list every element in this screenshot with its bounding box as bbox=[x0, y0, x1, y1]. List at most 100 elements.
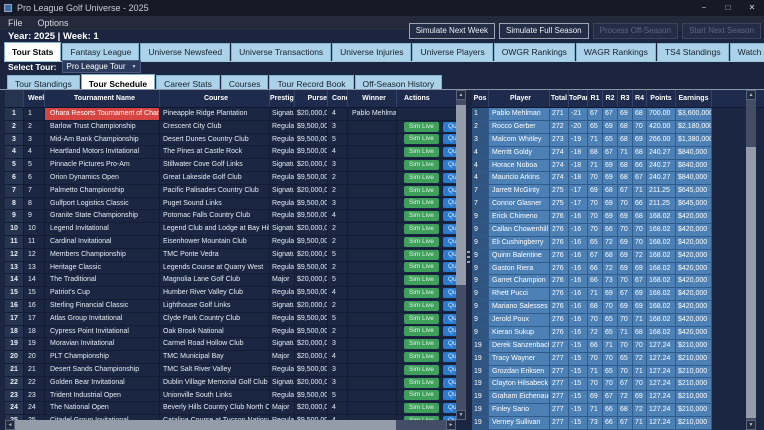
sim-live-button[interactable]: Sim Live bbox=[404, 250, 439, 260]
sim-live-button[interactable]: Sim Live bbox=[404, 339, 439, 349]
quick-sim-button[interactable]: Quick Sim bbox=[443, 250, 456, 260]
sim-live-button[interactable]: Sim Live bbox=[404, 365, 439, 375]
quick-sim-button[interactable]: Quick Sim bbox=[443, 390, 456, 400]
simulate-full-season-button[interactable]: Simulate Full Season bbox=[499, 23, 589, 39]
scroll-up-icon[interactable]: ▲ bbox=[746, 90, 756, 100]
column-header-points[interactable]: Points bbox=[647, 90, 676, 107]
schedule-row[interactable]: 1919Moravian InvitationalCarmel Road Hol… bbox=[5, 338, 466, 351]
schedule-row[interactable]: 1010Legend InvitationalLegend Club and L… bbox=[5, 223, 466, 236]
schedule-row[interactable]: 2222Golden Bear InvitationalDublin Villa… bbox=[5, 377, 466, 390]
quick-sim-button[interactable]: Quick Sim bbox=[443, 275, 456, 285]
schedule-row[interactable]: 77Palmetto ChampionshipPacific Palisades… bbox=[5, 185, 466, 198]
tab-universe-injuries[interactable]: Universe Injuries bbox=[332, 43, 411, 61]
quick-sim-button[interactable]: Quick Sim bbox=[443, 186, 456, 196]
schedule-row[interactable]: 2323Trident Industrial OpenUnionville So… bbox=[5, 390, 466, 403]
scroll-left-icon[interactable]: ◄ bbox=[5, 420, 15, 430]
schedule-row[interactable]: 1414The TraditionalMagnolia Lane Golf Cl… bbox=[5, 274, 466, 287]
column-header-r3[interactable]: R3 bbox=[618, 90, 633, 107]
quick-sim-button[interactable]: Quick Sim bbox=[443, 301, 456, 311]
tab-ts4-standings[interactable]: TS4 Standings bbox=[657, 43, 729, 61]
quick-sim-button[interactable]: Quick Sim bbox=[443, 326, 456, 336]
sim-live-button[interactable]: Sim Live bbox=[404, 198, 439, 208]
sim-live-button[interactable]: Sim Live bbox=[404, 237, 439, 247]
column-header-purse[interactable]: Purse bbox=[295, 90, 328, 107]
column-header-pos[interactable]: Pos bbox=[472, 90, 489, 107]
schedule-row[interactable]: 2424The National OpenBeverly Hills Count… bbox=[5, 402, 466, 415]
schedule-row[interactable]: 2121Desert Sands ChampionshipTMC Salt Ri… bbox=[5, 364, 466, 377]
tab-tour-stats[interactable]: Tour Stats bbox=[4, 42, 61, 61]
schedule-row[interactable]: 88Gulfport Logistics ClassicPuget Sound … bbox=[5, 198, 466, 211]
close-button[interactable]: ✕ bbox=[740, 0, 764, 16]
sim-live-button[interactable]: Sim Live bbox=[404, 224, 439, 234]
quick-sim-button[interactable]: Quick Sim bbox=[443, 403, 456, 413]
scroll-down-icon[interactable]: ▼ bbox=[746, 420, 756, 430]
sim-live-button[interactable]: Sim Live bbox=[404, 390, 439, 400]
results-vertical-scrollbar[interactable]: ▲ ▼ bbox=[746, 90, 756, 430]
tab-fantasy-league[interactable]: Fantasy League bbox=[62, 43, 139, 61]
column-header-cond[interactable]: Cond. bbox=[328, 90, 348, 107]
quick-sim-button[interactable]: Quick Sim bbox=[443, 134, 456, 144]
quick-sim-button[interactable]: Quick Sim bbox=[443, 173, 456, 183]
schedule-row[interactable]: 55Pinnacle Pictures Pro-AmStillwater Cov… bbox=[5, 159, 466, 172]
sim-live-button[interactable]: Sim Live bbox=[404, 326, 439, 336]
simulate-next-week-button[interactable]: Simulate Next Week bbox=[409, 23, 495, 39]
schedule-row[interactable]: 1515Patriot's CupHumber River Valley Clu… bbox=[5, 287, 466, 300]
quick-sim-button[interactable]: Quick Sim bbox=[443, 147, 456, 157]
quick-sim-button[interactable]: Quick Sim bbox=[443, 211, 456, 221]
minimize-button[interactable]: − bbox=[692, 0, 716, 16]
column-header-earnings[interactable]: Earnings bbox=[676, 90, 712, 107]
scroll-up-icon[interactable]: ▲ bbox=[456, 90, 466, 100]
schedule-row[interactable]: 2020PLT ChampionshipTMC Municipal BayMaj… bbox=[5, 351, 466, 364]
schedule-vscroll-thumb[interactable] bbox=[456, 105, 466, 285]
sim-live-button[interactable]: Sim Live bbox=[404, 186, 439, 196]
schedule-horizontal-scrollbar[interactable]: ◄ ► bbox=[5, 420, 456, 430]
column-header-tournament-name[interactable]: Tournament Name bbox=[45, 90, 160, 107]
sim-live-button[interactable]: Sim Live bbox=[404, 262, 439, 272]
schedule-hscroll-thumb[interactable] bbox=[15, 420, 396, 430]
sim-live-button[interactable]: Sim Live bbox=[404, 314, 439, 324]
tab-watch-list[interactable]: Watch List bbox=[730, 43, 764, 61]
column-header-winner[interactable]: Winner bbox=[348, 90, 397, 107]
column-header-r4[interactable]: R4 bbox=[633, 90, 647, 107]
quick-sim-button[interactable]: Quick Sim bbox=[443, 224, 456, 234]
sim-live-button[interactable]: Sim Live bbox=[404, 378, 439, 388]
schedule-row[interactable]: 1212Members ChampionshipTMC Ponte VedraS… bbox=[5, 249, 466, 262]
column-header-week[interactable]: Week bbox=[24, 90, 45, 107]
schedule-row[interactable]: 1111Cardinal InvitationalEisenhower Moun… bbox=[5, 236, 466, 249]
column-header-total[interactable]: Total bbox=[550, 90, 569, 107]
sim-live-button[interactable]: Sim Live bbox=[404, 352, 439, 362]
panel-splitter-handle[interactable] bbox=[467, 251, 470, 266]
results-vscroll-thumb[interactable] bbox=[746, 147, 756, 418]
quick-sim-button[interactable]: Quick Sim bbox=[443, 237, 456, 247]
tour-select-dropdown[interactable]: Pro League Tour ▼ bbox=[62, 60, 141, 73]
column-header-prestige[interactable]: Prestige bbox=[270, 90, 295, 107]
quick-sim-button[interactable]: Quick Sim bbox=[443, 339, 456, 349]
scroll-right-icon[interactable]: ► bbox=[446, 420, 456, 430]
menu-options[interactable]: Options bbox=[38, 18, 69, 28]
column-header-course[interactable]: Course bbox=[160, 90, 270, 107]
sim-live-button[interactable]: Sim Live bbox=[404, 211, 439, 221]
column-header-actions[interactable]: Actions bbox=[397, 90, 456, 107]
sim-live-button[interactable]: Sim Live bbox=[404, 173, 439, 183]
sim-live-button[interactable]: Sim Live bbox=[404, 275, 439, 285]
tab-wagr-rankings[interactable]: WAGR Rankings bbox=[576, 43, 656, 61]
quick-sim-button[interactable]: Quick Sim bbox=[443, 288, 456, 298]
quick-sim-button[interactable]: Quick Sim bbox=[443, 365, 456, 375]
quick-sim-button[interactable]: Quick Sim bbox=[443, 314, 456, 324]
quick-sim-button[interactable]: Quick Sim bbox=[443, 262, 456, 272]
schedule-row[interactable]: 66Orion Dynamics OpenGreat Lakeside Golf… bbox=[5, 172, 466, 185]
quick-sim-button[interactable]: Quick Sim bbox=[443, 378, 456, 388]
schedule-row[interactable]: 11Ohara Resorts Tournament of ChampionsP… bbox=[5, 108, 466, 121]
scroll-down-icon[interactable]: ▼ bbox=[456, 410, 466, 420]
schedule-row[interactable]: 22Barlow Trust ChampionshipCrescent City… bbox=[5, 121, 466, 134]
schedule-vertical-scrollbar[interactable]: ▲ ▼ bbox=[456, 90, 466, 420]
tab-universe-transactions[interactable]: Universe Transactions bbox=[231, 43, 331, 61]
schedule-row[interactable]: 1616Sterling Financial ClassicLighthouse… bbox=[5, 300, 466, 313]
sim-live-button[interactable]: Sim Live bbox=[404, 147, 439, 157]
schedule-row[interactable]: 44Heartland Motors InvitationalThe Pines… bbox=[5, 146, 466, 159]
sim-live-button[interactable]: Sim Live bbox=[404, 122, 439, 132]
sim-live-button[interactable]: Sim Live bbox=[404, 160, 439, 170]
tab-universe-newsfeed[interactable]: Universe Newsfeed bbox=[140, 43, 230, 61]
schedule-row[interactable]: 1818Cypress Point InvitationalOak Brook … bbox=[5, 326, 466, 339]
column-header-topar[interactable]: ToPar bbox=[569, 90, 588, 107]
